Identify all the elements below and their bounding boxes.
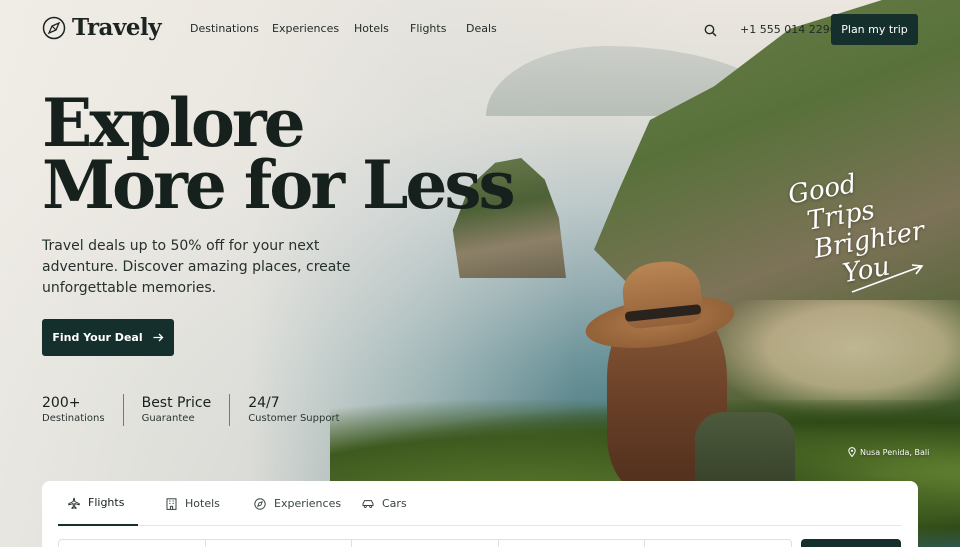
- search-fields: [58, 539, 792, 547]
- booking-panel: Flights Hotels Experiences Cars: [42, 481, 918, 547]
- arrow-right-icon: [153, 333, 164, 342]
- nav-experiences[interactable]: Experiences: [272, 22, 354, 35]
- nav-destinations[interactable]: Destinations: [190, 22, 272, 35]
- search-field[interactable]: [645, 540, 791, 547]
- stat-label: Destinations: [42, 413, 105, 424]
- headline-line-2: More for Less: [42, 146, 516, 224]
- arrow-doodle-icon: [851, 264, 924, 293]
- search-field[interactable]: [352, 540, 499, 547]
- stat-value: 200+: [42, 395, 81, 411]
- tab-label: Cars: [382, 497, 407, 510]
- compass-logo-icon: [42, 16, 66, 39]
- nav-deals[interactable]: Deals: [466, 22, 497, 35]
- stat-label: Guarantee: [141, 413, 195, 424]
- hero-headline: Explore More for Less: [42, 84, 516, 224]
- find-your-deal-button[interactable]: Find Your Deal: [42, 319, 174, 356]
- tab-label: Experiences: [274, 497, 342, 510]
- brand-name: Travely: [72, 14, 162, 41]
- location-label: Nusa Penida, Bali: [860, 447, 930, 457]
- search-submit-button[interactable]: [801, 539, 901, 547]
- brand-logo[interactable]: Travely: [42, 14, 162, 41]
- booking-tabs: Flights Hotels Experiences Cars: [58, 481, 901, 526]
- photo-location: Nusa Penida, Bali: [848, 447, 929, 457]
- search-icon: [704, 24, 717, 37]
- tab-cars[interactable]: Cars: [352, 481, 422, 526]
- stat-label: Customer Support: [248, 413, 340, 424]
- stat-item: 200+ Destinations: [42, 394, 123, 426]
- nav-flights[interactable]: Flights: [410, 22, 466, 35]
- stat-item: 24/7 Customer Support: [229, 394, 357, 426]
- stat-value: 24/7: [248, 395, 280, 411]
- search-field[interactable]: [499, 540, 646, 547]
- headline-line-1: Explore: [42, 84, 306, 162]
- tab-label: Hotels: [185, 497, 220, 510]
- compass-icon: [254, 497, 266, 510]
- nav-hotels[interactable]: Hotels: [354, 22, 410, 35]
- plan-my-trip-button[interactable]: Plan my trip: [831, 14, 918, 45]
- stats-row: 200+ Destinations Best Price Guarantee 2…: [42, 394, 358, 426]
- stat-value: Best Price: [141, 395, 212, 411]
- tab-experiences[interactable]: Experiences: [244, 481, 352, 526]
- building-icon: [166, 497, 177, 510]
- site-header: Travely Destinations Experiences Hotels …: [0, 0, 960, 60]
- phone-number[interactable]: +1 555 014 2290: [740, 23, 837, 36]
- plane-icon: [68, 497, 80, 509]
- cta-label: Find Your Deal: [52, 331, 143, 344]
- main-nav: Destinations Experiences Hotels Flights …: [190, 22, 497, 35]
- search-field[interactable]: [59, 540, 206, 547]
- tab-flights[interactable]: Flights: [58, 481, 138, 526]
- map-pin-icon: [848, 447, 856, 457]
- hero-subtext: Travel deals up to 50% off for your next…: [42, 238, 351, 296]
- tab-label: Flights: [88, 496, 125, 509]
- stat-item: Best Price Guarantee: [122, 394, 230, 426]
- search-field[interactable]: [206, 540, 353, 547]
- tab-hotels[interactable]: Hotels: [156, 481, 244, 526]
- search-button[interactable]: [700, 20, 720, 40]
- car-icon: [362, 499, 374, 508]
- traveler-figure: [582, 258, 815, 502]
